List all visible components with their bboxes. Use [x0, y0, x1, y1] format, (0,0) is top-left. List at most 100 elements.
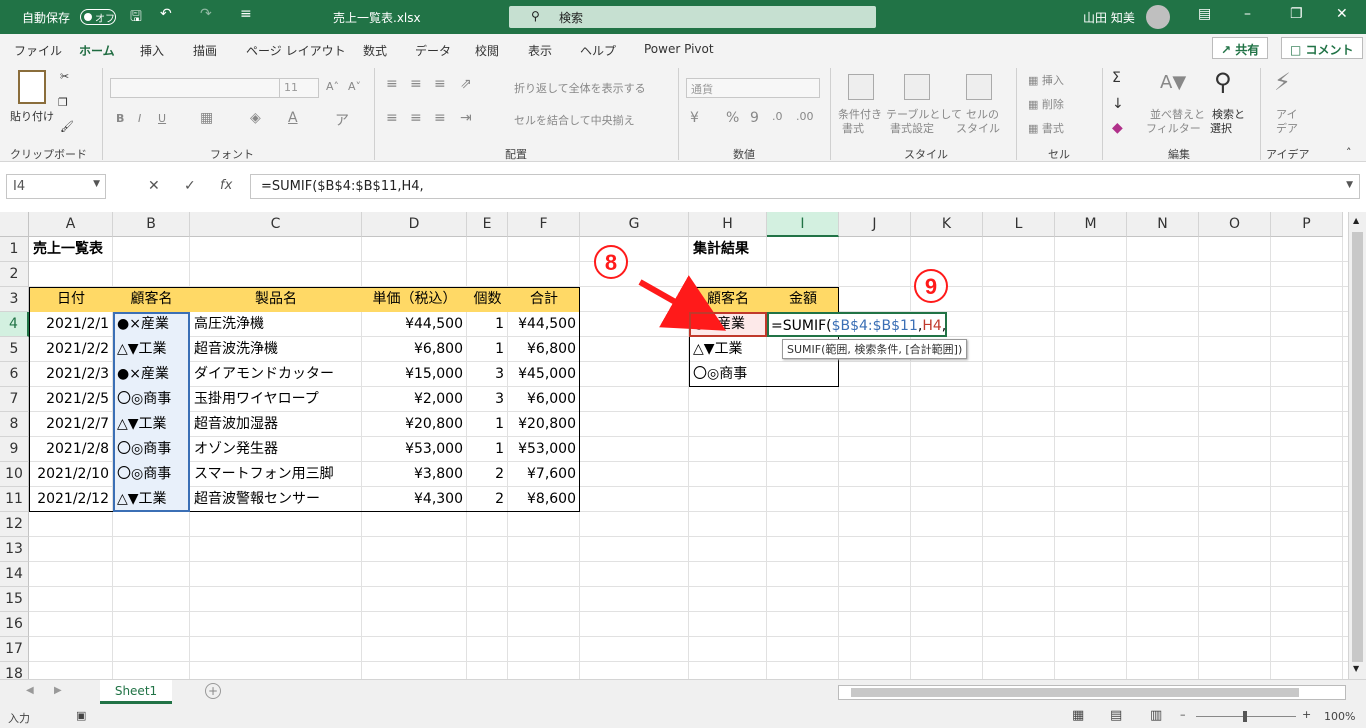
table-header[interactable]: 合計 [508, 287, 580, 312]
ideas-button[interactable]: デア [1276, 120, 1298, 136]
fill-icon[interactable]: ↓ [1112, 96, 1124, 112]
table-header[interactable]: 日付 [29, 287, 113, 312]
table-cell[interactable]: 1 [467, 437, 508, 462]
percent-icon[interactable]: % [726, 110, 739, 126]
tab-draw[interactable]: 描画 [193, 42, 217, 59]
row-header-2[interactable]: 2 [0, 262, 29, 287]
insert-function-icon[interactable]: fx [220, 178, 232, 193]
table-cell[interactable]: 高圧洗浄機 [190, 312, 362, 337]
page-layout-view-icon[interactable]: ▤ [1110, 708, 1122, 723]
row-header-7[interactable]: 7 [0, 387, 29, 412]
align-top-icon[interactable]: ≡ [386, 76, 398, 92]
conditional-format-button[interactable]: 書式 [842, 120, 864, 136]
row-header-14[interactable]: 14 [0, 562, 29, 587]
row-header-13[interactable]: 13 [0, 537, 29, 562]
column-header-m[interactable]: M [1055, 212, 1127, 237]
autosave-toggle[interactable]: オフ [80, 9, 116, 25]
align-left-icon[interactable]: ≡ [386, 110, 398, 126]
number-format-select[interactable]: 通貨 [686, 78, 820, 98]
table-cell[interactable]: ¥15,000 [362, 362, 467, 387]
merge-center-button[interactable]: セルを結合して中央揃え [514, 112, 635, 128]
scroll-down-icon[interactable]: ▼ [1353, 664, 1359, 673]
save-icon[interactable]: 🖫 [130, 6, 142, 30]
column-header-l[interactable]: L [983, 212, 1055, 237]
ribbon-display-icon[interactable]: ▤ [1198, 6, 1211, 22]
cut-icon[interactable]: ✂ [60, 70, 69, 83]
tab-page-layout[interactable]: ページ レイアウト [246, 42, 346, 59]
table-cell[interactable]: ¥44,500 [508, 312, 580, 337]
table-cell[interactable]: ¥2,000 [362, 387, 467, 412]
align-middle-icon[interactable]: ≡ [410, 76, 422, 92]
fill-color-icon[interactable]: ◈ [250, 110, 261, 126]
decrease-decimal-icon[interactable]: .00 [796, 110, 814, 123]
zoom-level[interactable]: 100% [1324, 710, 1355, 723]
table-cell[interactable]: 1 [467, 312, 508, 337]
column-header-c[interactable]: C [190, 212, 362, 237]
table-cell[interactable]: 2 [467, 487, 508, 512]
table-cell[interactable]: 超音波加湿器 [190, 412, 362, 437]
table-cell[interactable]: オゾン発生器 [190, 437, 362, 462]
paste-icon[interactable] [18, 70, 46, 104]
table-cell[interactable]: ¥4,300 [362, 487, 467, 512]
table-cell[interactable]: 1 [467, 412, 508, 437]
column-header-g[interactable]: G [580, 212, 689, 237]
wrap-text-button[interactable]: 折り返して全体を表示する [514, 80, 646, 96]
sort-filter-icon[interactable]: A▼ [1160, 72, 1186, 93]
delete-cells-button[interactable]: ▦ 削除 [1028, 96, 1064, 112]
formula-input[interactable]: =SUMIF($B$4:$B$11,H4, ▼ [250, 174, 1360, 199]
column-header-b[interactable]: B [113, 212, 190, 237]
currency-icon[interactable]: ¥ [690, 110, 699, 126]
autosum-icon[interactable]: Σ [1112, 70, 1121, 86]
indent-icon[interactable]: ⇥ [460, 110, 472, 126]
column-header-j[interactable]: J [839, 212, 911, 237]
collapse-ribbon-icon[interactable]: ˄ [1346, 146, 1352, 159]
active-cell-editor[interactable]: =SUMIF($B$4:$B$11,H4, [767, 312, 947, 337]
paste-button[interactable]: 貼り付け [10, 108, 54, 124]
cancel-icon[interactable]: ✕ [148, 178, 160, 194]
macro-record-icon[interactable]: ▣ [76, 709, 86, 722]
summary-header[interactable]: 顧客名 [689, 287, 767, 312]
column-header-n[interactable]: N [1127, 212, 1199, 237]
column-header-p[interactable]: P [1271, 212, 1343, 237]
column-header-i[interactable]: I [767, 212, 839, 237]
find-select-button[interactable]: 選択 [1210, 120, 1232, 136]
grow-font-icon[interactable]: A˄ [326, 80, 339, 93]
tab-view[interactable]: 表示 [528, 42, 552, 59]
bold-icon[interactable]: B [116, 112, 124, 125]
sort-filter-button[interactable]: フィルター [1146, 120, 1201, 136]
table-cell[interactable]: スマートフォン用三脚 [190, 462, 362, 487]
table-cell[interactable]: ¥53,000 [362, 437, 467, 462]
table-cell[interactable]: ¥3,800 [362, 462, 467, 487]
column-header-d[interactable]: D [362, 212, 467, 237]
summary-customer[interactable]: △▼工業 [689, 337, 767, 362]
increase-decimal-icon[interactable]: .0 [772, 110, 783, 123]
table-cell[interactable]: 2021/2/1 [29, 312, 113, 337]
table-cell[interactable]: 3 [467, 387, 508, 412]
scroll-up-icon[interactable]: ▲ [1353, 216, 1359, 225]
row-header-16[interactable]: 16 [0, 612, 29, 637]
find-select-icon[interactable]: ⚲ [1214, 68, 1232, 96]
format-cells-button[interactable]: ▦ 書式 [1028, 120, 1064, 136]
normal-view-icon[interactable]: ▦ [1072, 708, 1084, 723]
row-header-11[interactable]: 11 [0, 487, 29, 512]
table-cell[interactable]: 玉掛用ワイヤロープ [190, 387, 362, 412]
zoom-in-icon[interactable]: + [1302, 708, 1311, 721]
table-cell[interactable]: ¥20,800 [508, 412, 580, 437]
name-box[interactable]: I4 ▼ [6, 174, 106, 199]
enter-icon[interactable]: ✓ [184, 178, 196, 194]
minimize-icon[interactable]: – [1244, 6, 1251, 22]
table-cell[interactable]: ¥53,000 [508, 437, 580, 462]
table-cell[interactable]: ¥6,000 [508, 387, 580, 412]
tab-power-pivot[interactable]: Power Pivot [644, 42, 714, 56]
table-cell[interactable]: 2021/2/5 [29, 387, 113, 412]
row-header-1[interactable]: 1 [0, 237, 29, 262]
table-cell[interactable]: ダイアモンドカッター [190, 362, 362, 387]
zoom-out-icon[interactable]: – [1180, 708, 1186, 721]
zoom-slider-thumb[interactable] [1243, 711, 1247, 722]
row-header-4[interactable]: 4 [0, 312, 29, 337]
format-painter-icon[interactable]: 🖌 [60, 120, 74, 133]
insert-cells-button[interactable]: ▦ 挿入 [1028, 72, 1064, 88]
page-break-view-icon[interactable]: ▥ [1150, 708, 1162, 723]
table-cell[interactable]: 2021/2/2 [29, 337, 113, 362]
table-cell[interactable]: 2021/2/7 [29, 412, 113, 437]
